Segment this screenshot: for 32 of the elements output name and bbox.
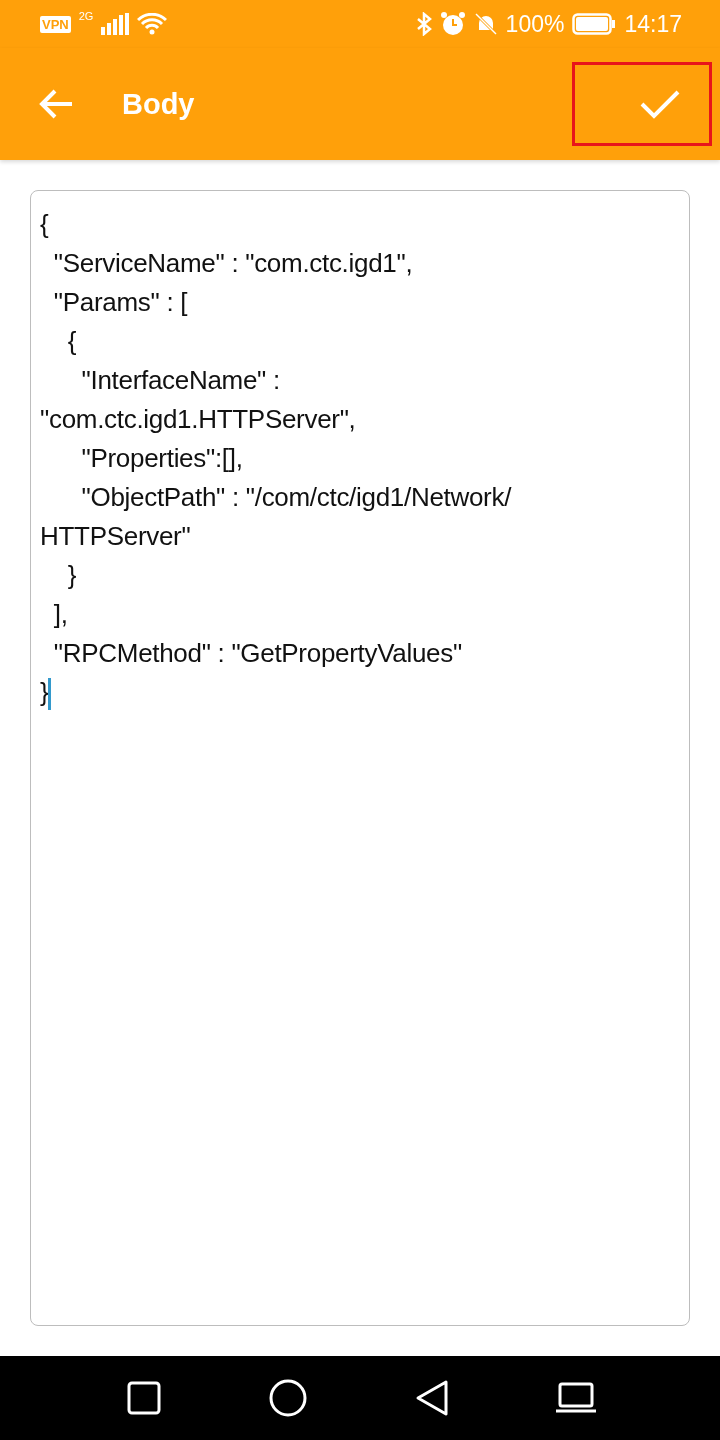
code-line: } — [40, 673, 680, 712]
checkmark-icon — [640, 89, 680, 119]
code-line: "Params" : [ — [52, 286, 189, 319]
circle-icon — [269, 1379, 307, 1417]
page-title: Body — [122, 87, 196, 121]
square-icon — [127, 1381, 161, 1415]
laptop-icon — [556, 1382, 596, 1414]
vpn-badge: VPN — [40, 15, 71, 33]
wifi-icon — [137, 13, 168, 35]
code-line: "com.ctc.igd1.HTTPServer", — [40, 403, 357, 436]
code-line: { — [66, 325, 78, 358]
battery-percent: 100% — [505, 10, 565, 38]
code-line: "InterfaceName" : — [80, 364, 281, 397]
body-field[interactable] — [30, 190, 690, 1326]
signal-icon — [101, 13, 130, 35]
alarm-icon — [439, 11, 466, 37]
triangle-back-icon — [415, 1379, 449, 1417]
battery-icon — [572, 13, 617, 35]
back-arrow-icon — [38, 88, 74, 120]
code-line: { — [40, 208, 50, 241]
code-line: HTTPServer" — [40, 520, 192, 553]
code-line: ], — [52, 598, 69, 631]
bluetooth-icon — [415, 12, 432, 36]
muted-bell-icon — [473, 12, 498, 36]
code-line: "Properties":[], — [80, 442, 244, 475]
clock-time: 14:17 — [624, 10, 682, 38]
code-line: "ObjectPath" : "/com/ctc/igd1/Network/ — [80, 481, 513, 514]
network-type: 2G — [78, 10, 94, 22]
code-line: "RPCMethod" : "GetPropertyValues" — [52, 637, 463, 670]
confirm-button[interactable] — [572, 62, 712, 146]
code-line: "ServiceName" : "com.ctc.igd1", — [52, 247, 414, 280]
code-line: } — [66, 559, 78, 592]
